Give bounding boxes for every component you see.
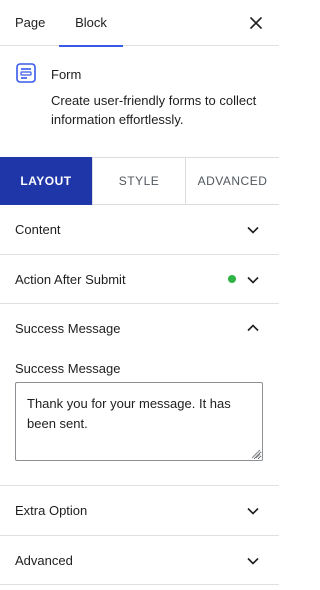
chevron-down-icon: [247, 507, 259, 515]
close-icon[interactable]: [247, 14, 265, 32]
tab-style[interactable]: STYLE: [92, 157, 185, 205]
chevron-up-icon[interactable]: [247, 324, 259, 332]
sidebar-tabs: Page Block: [0, 0, 279, 47]
panel-advanced[interactable]: Advanced: [0, 536, 279, 585]
panel-title-advanced: Advanced: [15, 553, 73, 568]
panel-title-action-after-submit: Action After Submit: [15, 272, 126, 287]
block-card: Form Create user-friendly forms to colle…: [0, 46, 279, 157]
panel-title-content: Content: [15, 222, 61, 237]
block-description: Create user-friendly forms to collect in…: [51, 93, 257, 127]
panel-title-success-message[interactable]: Success Message: [15, 304, 121, 353]
status-dot: [228, 275, 236, 283]
panel-title-extra-option: Extra Option: [15, 503, 88, 518]
tab-page[interactable]: Page: [15, 0, 45, 46]
block-title: Form: [51, 67, 82, 82]
success-message-label: Success Message: [15, 361, 121, 376]
tab-advanced[interactable]: ADVANCED: [185, 157, 279, 205]
tab-block[interactable]: Block: [59, 0, 123, 47]
form-icon: [16, 63, 36, 83]
success-message-textarea[interactable]: Thank you for your message. It has been …: [15, 382, 263, 461]
chevron-down-icon: [247, 276, 259, 284]
panel-extra-option[interactable]: Extra Option: [0, 486, 279, 536]
chevron-down-icon: [247, 226, 259, 234]
chevron-down-icon: [247, 557, 259, 565]
panel-action-after-submit[interactable]: Action After Submit: [0, 255, 279, 304]
tab-layout[interactable]: LAYOUT: [0, 157, 92, 205]
panel-content[interactable]: Content: [0, 205, 279, 255]
resize-grip-icon[interactable]: [249, 447, 261, 459]
